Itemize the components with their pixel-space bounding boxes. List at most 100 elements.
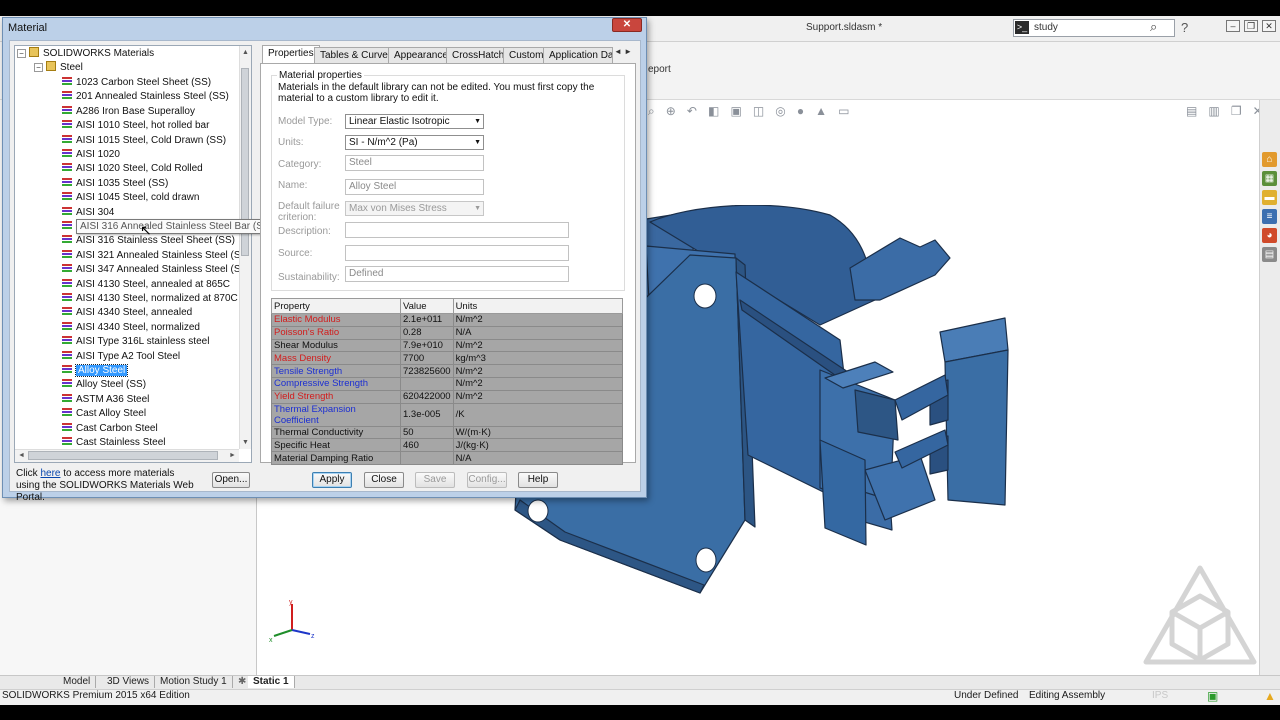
search-input[interactable]: study (1034, 22, 1058, 33)
table-row[interactable]: Thermal Conductivity 50 W/(m·K) (271, 425, 624, 440)
scene-icon[interactable]: ▲ (815, 104, 827, 118)
material-item[interactable]: A286 Iron Base Superalloy (62, 104, 195, 119)
tree-node-library[interactable]: − SOLIDWORKS Materials (17, 47, 154, 61)
tab-properties[interactable]: Properties (262, 45, 320, 64)
cell-property[interactable]: Shear Modulus (271, 338, 401, 353)
table-row[interactable]: Shear Modulus 7.9e+010 N/m^2 (271, 338, 624, 353)
help-button[interactable]: Help (518, 472, 558, 488)
collapse-icon[interactable]: − (17, 49, 26, 58)
cell-property[interactable]: Poisson's Ratio (271, 325, 401, 340)
material-item[interactable]: AISI 1020 (62, 148, 120, 162)
cell-property[interactable]: Mass Density (271, 351, 401, 366)
material-item[interactable]: 201 Annealed Stainless Steel (SS) (62, 90, 229, 104)
cell-value[interactable]: 2.1e+011 (400, 313, 454, 327)
cell-property[interactable]: Material Damping Ratio (271, 451, 401, 465)
material-item[interactable]: AISI 347 Annealed Stainless Steel (SS) (62, 263, 251, 277)
restore-button[interactable]: ❐ (1244, 20, 1258, 32)
properties-icon[interactable]: ▤ (1262, 247, 1277, 262)
material-item[interactable]: ASTM A36 Steel (62, 392, 149, 407)
display-style-icon[interactable]: ◫ (753, 104, 764, 118)
tab-crosshatch[interactable]: CrossHatch (446, 47, 511, 63)
cell-property[interactable]: Thermal Conductivity (271, 425, 401, 440)
material-item[interactable]: AISI 4340 Steel, annealed (62, 306, 192, 320)
apply-button[interactable]: Apply (312, 472, 352, 488)
folder-icon[interactable]: ▬ (1262, 190, 1277, 205)
material-item[interactable]: AISI 4130 Steel, normalized at 870C (62, 292, 238, 306)
cell-value[interactable]: 7.9e+010 (400, 338, 454, 353)
scroll-right-icon[interactable]: ► (229, 452, 236, 459)
cell-units[interactable]: J/(kg·K) (452, 438, 624, 453)
open-button[interactable]: Open... (212, 472, 250, 488)
tile-icon[interactable]: ▤ (1186, 104, 1197, 118)
material-item[interactable]: Alloy Steel (SS) (62, 378, 146, 392)
property-table[interactable]: Property Value Units Elastic Modulus 2.1e… (271, 298, 624, 465)
tab-appearance[interactable]: Appearance (388, 47, 454, 63)
sustainability-field[interactable]: Defined (345, 266, 569, 282)
zoom-fit-icon[interactable]: ⌕ (648, 104, 655, 119)
minimize-button[interactable]: – (1226, 20, 1240, 32)
tree-node-category[interactable]: − Steel (34, 61, 83, 75)
material-item[interactable]: Cast Carbon Steel (62, 421, 158, 436)
edit-appearance-icon[interactable]: ● (797, 104, 804, 118)
cell-units[interactable]: N/m^2 (452, 338, 624, 353)
table-row[interactable]: Poisson's Ratio 0.28 N/A (271, 325, 624, 340)
scroll-up-icon[interactable]: ▲ (242, 49, 249, 56)
table-row[interactable]: Tensile Strength 723825600 N/m^2 (271, 364, 624, 378)
material-item[interactable]: AISI 1010 Steel, hot rolled bar (62, 119, 209, 133)
tab-scroll-arrows[interactable]: ◄ ► (614, 47, 632, 56)
table-row[interactable]: Mass Density 7700 kg/m^3 (271, 351, 624, 366)
material-item[interactable]: AISI Type 316L stainless steel (62, 335, 209, 349)
col-value[interactable]: Value (400, 298, 454, 314)
cell-units[interactable]: N/m^2 (452, 376, 624, 391)
table-row[interactable]: Thermal Expansion Coefficient 1.3e-005/K (271, 402, 624, 427)
material-item[interactable]: 1023 Carbon Steel Sheet (SS) (62, 76, 211, 90)
table-row[interactable]: Specific Heat 460 J/(kg·K) (271, 438, 624, 453)
hide-show-icon[interactable]: ◎ (775, 104, 785, 118)
tab-motion-study-1[interactable]: Motion Study 1 (155, 676, 233, 688)
tile-vertical-icon[interactable]: ▥ (1208, 104, 1219, 118)
cell-value[interactable]: 620422000 (400, 389, 454, 404)
cell-units[interactable]: kg/m^3 (452, 351, 624, 366)
col-property[interactable]: Property (271, 298, 401, 314)
cell-value[interactable]: 1.3e-005 (400, 402, 454, 427)
cell-value[interactable]: 723825600 (400, 364, 454, 378)
cell-units[interactable]: N/m^2 (452, 389, 624, 404)
cell-units[interactable]: N/m^2 (452, 313, 624, 327)
table-row[interactable]: Elastic Modulus 2.1e+011 N/m^2 (271, 313, 624, 327)
material-item[interactable]: AISI 1015 Steel, Cold Drawn (SS) (62, 133, 226, 148)
cell-units[interactable]: /K (452, 402, 624, 427)
material-item[interactable]: AISI 4130 Steel, annealed at 865C (62, 277, 230, 292)
tab-application-data[interactable]: Application Dat (543, 47, 613, 63)
rebuild-status-icon[interactable]: ▣ (1207, 689, 1218, 703)
cell-property[interactable]: Elastic Modulus (271, 313, 401, 327)
cell-value[interactable]: 50 (400, 425, 454, 440)
table-row[interactable]: Compressive Strength N/m^2 (271, 376, 624, 391)
cell-value[interactable]: 7700 (400, 351, 454, 366)
material-item[interactable]: AISI 304 (62, 205, 114, 220)
cell-property[interactable]: Yield Strength (271, 389, 401, 404)
section-view-icon[interactable]: ◧ (708, 104, 719, 118)
home-icon[interactable]: ⌂ (1262, 152, 1277, 167)
cell-property[interactable]: Tensile Strength (271, 364, 401, 378)
cell-property[interactable]: Compressive Strength (271, 376, 401, 391)
close-app-button[interactable]: ✕ (1262, 20, 1276, 32)
view-orientation-icon[interactable]: ▣ (730, 104, 741, 118)
library-icon[interactable]: ≡ (1262, 209, 1277, 224)
material-item[interactable]: AISI 1045 Steel, cold drawn (62, 191, 199, 205)
material-item[interactable]: AISI 1035 Steel (SS) (62, 176, 168, 191)
viewport-restore-icon[interactable]: ❐ (1231, 104, 1242, 118)
cell-units[interactable]: W/(m·K) (452, 425, 624, 440)
material-item[interactable]: AISI 321 Annealed Stainless Steel (SS) (62, 248, 251, 263)
table-row[interactable]: Material Damping Ratio N/A (271, 451, 624, 465)
collapse-icon[interactable]: − (34, 63, 43, 72)
search-icon[interactable]: ⌕ (1150, 19, 1157, 35)
material-item[interactable]: Cast Stainless Steel (62, 436, 166, 450)
warning-icon[interactable]: ▲ (1264, 689, 1276, 703)
dialog-close-button[interactable]: ✕ (612, 18, 642, 32)
resources-icon[interactable]: ▦ (1262, 171, 1277, 186)
cell-units[interactable]: N/m^2 (452, 364, 624, 378)
cell-value[interactable]: 460 (400, 438, 454, 453)
cell-property[interactable]: Thermal Expansion Coefficient (271, 402, 401, 427)
col-units[interactable]: Units (452, 298, 624, 314)
cell-units[interactable]: N/A (452, 325, 624, 340)
